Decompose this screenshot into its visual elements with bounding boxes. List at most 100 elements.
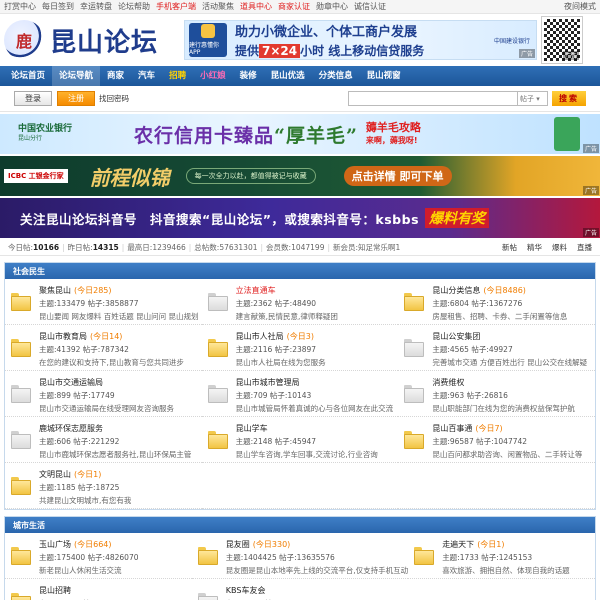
forum-name[interactable]: 昆山分类信息 (今日8486) xyxy=(432,285,567,296)
today-count: (今日330) xyxy=(252,540,291,549)
icbc-banner[interactable]: ICBC 工银金行家 前程似锦 每一次全力以赴，都值得被记与收藏 点击详情 即可… xyxy=(0,156,600,196)
abc-credit-card-banner[interactable]: 中国农业银行 昆山分行 农行信用卡臻品“厚羊毛” 薅羊毛攻略 来啊，薅我呀! 广告 xyxy=(0,114,600,154)
forum-item[interactable]: 昆山百事通 (今日7) 主题:96587 帖子:1047742 昆山百问都求助咨询、闲… xyxy=(398,417,595,463)
app-label: 建行惠懂你APP xyxy=(189,42,220,56)
forum-item[interactable]: 鹿城环保志愿服务 主题:606 帖子:221292 昆山市鹿城环保志愿者服务社,昆山… xyxy=(5,417,202,463)
nav-item[interactable]: 招聘 xyxy=(162,66,193,86)
search-button[interactable]: 搜索 xyxy=(552,91,586,106)
forum-name[interactable]: 昆山学车 xyxy=(236,423,378,434)
douyin-banner[interactable]: 关注昆山论坛抖音号 抖音搜索“昆山论坛”，或搜索抖音号：ksbbs 爆料有奖 广… xyxy=(0,198,600,238)
abc-banner-tip: 薅羊毛攻略 来啊，薅我呀! xyxy=(365,121,421,145)
forum-item[interactable]: 昆友圈 (今日330) 主题:1404425 帖子:13635576 昆友圈是昆山本地… xyxy=(191,533,409,579)
nav-item[interactable]: 小红娘 xyxy=(193,66,233,86)
forum-section: 城市生活 玉山广场 (今日664) 主题:175400 帖子:4826070 新老昆山人… xyxy=(4,516,596,600)
forum-name[interactable]: 玉山广场 (今日664) xyxy=(39,539,139,550)
top-link[interactable]: 勋章中心 xyxy=(316,1,348,12)
nav-item[interactable]: 昆山优选 xyxy=(264,66,312,86)
forum-name[interactable]: 立法直通车 xyxy=(236,285,338,296)
forum-sections: 社会民生 聚焦昆山 (今日285) 主题:133479 帖子:3858877 昆山要闻 … xyxy=(0,262,600,600)
nav-item[interactable]: 商家 xyxy=(100,66,131,86)
ccb-bank-logo: 中国建设银行 xyxy=(493,37,530,45)
section-title[interactable]: 社会民生 xyxy=(5,263,595,279)
nav-item[interactable]: 装修 xyxy=(233,66,264,86)
forum-item[interactable]: 昆山分类信息 (今日8486) 主题:6804 帖子:1367276 房屋租售、招聘、… xyxy=(398,279,595,325)
forum-name[interactable]: 消费维权 xyxy=(432,377,575,388)
forum-item[interactable]: 玉山广场 (今日664) 主题:175400 帖子:4826070 新老昆山人休闲生活… xyxy=(5,533,192,579)
forum-name[interactable]: 昆友圈 (今日330) xyxy=(226,539,408,550)
forum-item[interactable]: 昆山市交通运输局 主题:899 帖子:17749 昆山市交通运输局在线受理网友咨询服… xyxy=(5,371,202,417)
yesterday-posts-count: 14315 xyxy=(92,243,119,252)
forum-name[interactable]: KBS车友会 xyxy=(226,585,306,596)
top-link[interactable]: 幸运转盘 xyxy=(80,1,112,12)
forum-name[interactable]: 昆山公安集团 xyxy=(432,331,587,342)
forum-name[interactable]: 走遍天下 (今日1) xyxy=(442,539,570,550)
section-title[interactable]: 城市生活 xyxy=(5,517,595,533)
nav-item[interactable]: 论坛首页 xyxy=(4,66,52,86)
forum-item[interactable]: 昆山市城市管理局 主题:709 帖子:10143 昆山市城管局怀着真诚的心与各位网友… xyxy=(201,371,399,417)
forum-stats: 主题:606 帖子:221292 xyxy=(39,437,120,446)
forum-item[interactable]: 立法直通车 主题:2362 帖子:48490 建言献策,民情民意,律师释疑团 xyxy=(201,279,399,325)
forum-name[interactable]: 鹿城环保志愿服务 xyxy=(39,423,191,434)
nav-item[interactable]: 昆山视窗 xyxy=(360,66,408,86)
top-utility-bar: 打赏中心 每日签到 幸运转盘 论坛帮助 手机客户端 活动聚焦 道具中心 商家认证 勋章中心 诚信认… xyxy=(0,0,600,14)
forum-name[interactable]: 昆山招聘 xyxy=(39,585,129,596)
icbc-banner-cta[interactable]: 点击详情 即可下单 xyxy=(343,166,452,186)
newest-member-link[interactable]: 知足常乐啊1 xyxy=(358,242,400,253)
top-link[interactable]: 每日签到 xyxy=(42,1,74,12)
top-link[interactable]: 活动聚焦 xyxy=(202,1,234,12)
top-link[interactable]: 道具中心 xyxy=(240,1,272,12)
yesterday-posts-label: 昨日帖: xyxy=(67,243,93,252)
forum-description: 共建昆山文明城市,有您有我 xyxy=(39,496,132,505)
top-link[interactable]: 论坛帮助 xyxy=(118,1,150,12)
forum-name[interactable]: 昆山百事通 (今日7) xyxy=(432,423,582,434)
forum-name[interactable]: 昆山市教育局 (今日14) xyxy=(39,331,184,342)
folder-new-posts-icon xyxy=(207,431,228,449)
members-label: 会员数: xyxy=(266,243,292,252)
nav-item[interactable]: 汽车 xyxy=(131,66,162,86)
forum-item[interactable]: 昆山公安集团 主题:4565 帖子:49927 完善城市交通 方便百姓出行 昆山公交… xyxy=(398,325,595,371)
night-mode-link[interactable]: 夜间模式 xyxy=(564,1,596,12)
forum-item[interactable]: 昆山市教育局 (今日14) 主题:41392 帖子:787342 在您的建议和支持下,… xyxy=(5,325,202,371)
top-link[interactable]: 商家认证 xyxy=(278,1,310,12)
search-input[interactable] xyxy=(348,91,518,106)
top-link[interactable]: 诚信认证 xyxy=(354,1,386,12)
forum-name[interactable]: 文明昆山 (今日1) xyxy=(39,469,131,480)
forum-item[interactable]: 聚焦昆山 (今日285) 主题:133479 帖子:3858877 昆山要闻 网友爆料… xyxy=(5,279,202,325)
forum-stats: 主题:899 帖子:17749 xyxy=(39,391,115,400)
site-header: 鹿 昆山论坛 建行惠懂你APP 助力小微企业、个体工商户发展 提供 7×24 小时 … xyxy=(0,14,600,66)
forum-item[interactable]: 昆山市人社局 (今日3) 主题:2116 帖子:23897 昆山市人社局在线为您服务 xyxy=(201,325,399,371)
forum-item[interactable]: 文明昆山 (今日1) 主题:1185 帖子:18725 共建昆山文明城市,有您有我 xyxy=(5,463,202,509)
folder-new-posts-icon xyxy=(11,339,31,357)
site-logo[interactable]: 鹿 昆山论坛 xyxy=(4,20,184,60)
search-type-select[interactable]: 帖子 ▾ xyxy=(518,91,548,106)
quick-link[interactable]: 爆料 xyxy=(552,242,567,253)
quick-link[interactable]: 精华 xyxy=(527,242,542,253)
total-posts-count: 57631301 xyxy=(219,243,258,252)
forum-item[interactable]: 昆山学车 主题:2148 帖子:45947 昆山学车咨询,学车回事,交流讨论,行业咨… xyxy=(201,417,399,463)
quick-link[interactable]: 新帖 xyxy=(502,242,517,253)
nav-item[interactable]: 论坛导航 xyxy=(52,66,101,86)
top-link[interactable]: 打赏中心 xyxy=(4,1,36,12)
folder-no-new-icon xyxy=(404,339,425,357)
register-button[interactable]: 注册 xyxy=(57,91,95,106)
icbc-banner-title: 前程似锦 xyxy=(89,165,170,190)
top-link[interactable]: 手机客户端 xyxy=(156,1,196,12)
forum-item[interactable]: 消费维权 主题:963 帖子:26816 昆山职能部门在线为您的消费权益保驾护航 xyxy=(398,371,595,417)
folder-no-new-icon xyxy=(207,293,228,311)
main-nav: 论坛首页 论坛导航 商家 汽车 招聘 小红娘 装修 昆山优选 分类信息 昆山视窗 xyxy=(0,66,600,86)
folder-new-posts-icon xyxy=(11,547,31,565)
forum-name[interactable]: 昆山市城市管理局 xyxy=(236,377,394,388)
forum-item[interactable]: 昆山招聘主题:49923 帖子:195039 xyxy=(5,579,192,600)
forum-name[interactable]: 昆山市人社局 (今日3) xyxy=(236,331,326,342)
folder-no-new-icon xyxy=(11,431,31,449)
forum-name[interactable]: 昆山市交通运输局 xyxy=(39,377,174,388)
header-ad-banner[interactable]: 建行惠懂你APP 助力小微企业、个体工商户发展 提供 7×24 小时 线上移动信贷服… xyxy=(184,20,537,60)
login-button[interactable]: 登录 xyxy=(14,91,52,106)
find-password-link[interactable]: 找回密码 xyxy=(99,93,129,104)
forum-item[interactable]: 走遍天下 (今日1) 主题:1733 帖子:1245153 喜欢旅游、拥抱自然、体现自… xyxy=(408,533,595,579)
forum-name[interactable]: 聚焦昆山 (今日285) xyxy=(39,285,199,296)
quick-link[interactable]: 直播 xyxy=(577,242,592,253)
forum-item[interactable]: KBS车友会主题:5253 帖子:88077 xyxy=(192,579,408,600)
nav-item[interactable]: 分类信息 xyxy=(312,66,360,86)
qr-code: 广告 xyxy=(541,16,583,64)
